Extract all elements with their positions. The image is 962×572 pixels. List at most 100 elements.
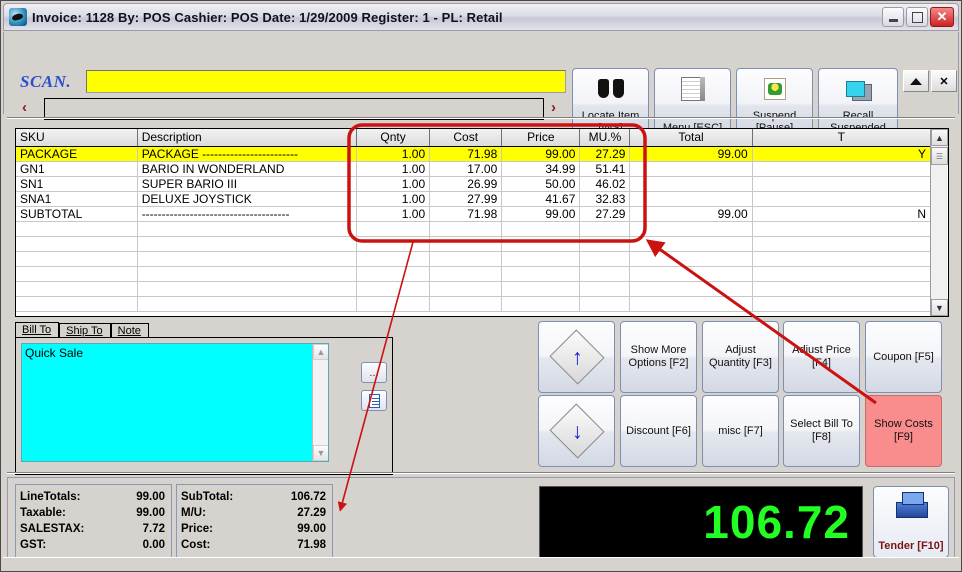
cell-mu: 27.29 xyxy=(579,146,631,162)
cell-total: 99.00 xyxy=(629,206,753,222)
table-row[interactable]: SNA1 DELUXE JOYSTICK 1.00 27.99 41.67 32.83 xyxy=(16,191,932,207)
binoculars-icon xyxy=(596,75,626,103)
grid-vertical-scrollbar[interactable]: ▲ ☰ ▼ xyxy=(930,129,948,316)
customer-document-button[interactable] xyxy=(361,390,387,411)
cell-description: DELUXE JOYSTICK xyxy=(137,191,358,207)
select-bill-to-button[interactable]: Select Bill To [F8] xyxy=(783,395,860,467)
total-label: Cost: xyxy=(181,539,211,551)
minimize-button[interactable] xyxy=(882,7,904,27)
cell-description: SUPER BARIO III xyxy=(137,176,358,192)
total-row: LineTotals: 99.00 xyxy=(20,489,165,505)
tab-content-panel: Quick Sale ▲ ▼ ... xyxy=(15,337,393,475)
previous-item-arrow[interactable]: ‹ xyxy=(22,100,27,115)
cell-qnty: 1.00 xyxy=(356,191,431,207)
total-value: 99.00 xyxy=(136,507,165,519)
cash-register-icon xyxy=(894,492,928,518)
adjust-price-button[interactable]: Adjust Price [F4] xyxy=(783,321,860,393)
tab-note[interactable]: Note xyxy=(110,323,149,338)
cell-sku: GN1 xyxy=(16,161,138,177)
cell-empty xyxy=(501,251,581,267)
cell-t xyxy=(752,176,932,192)
cell-empty xyxy=(752,236,932,252)
total-label: Taxable: xyxy=(20,507,66,519)
cell-description: BARIO IN WONDERLAND xyxy=(137,161,358,177)
scan-toolbar-row: SCAN. ‹ › Locate Item [INS] Menu [ESC] S… xyxy=(3,32,959,141)
scrollbar-thumb[interactable]: ☰ xyxy=(931,147,948,165)
table-row-empty[interactable] xyxy=(16,236,932,252)
cell-empty xyxy=(752,296,932,312)
show-more-options-label: Show More Options [F2] xyxy=(628,344,689,369)
browse-customer-button[interactable]: ... xyxy=(361,362,387,383)
scroll-down-button[interactable]: ↓ xyxy=(538,395,615,467)
column-header-mu[interactable]: MU.% xyxy=(579,129,631,147)
scroll-up-button[interactable]: ↑ xyxy=(538,321,615,393)
column-header-total[interactable]: Total xyxy=(629,129,753,147)
tab-bill-to[interactable]: Bill To xyxy=(15,322,60,338)
cell-empty xyxy=(137,221,358,237)
tab-ship-to[interactable]: Ship To xyxy=(59,323,111,338)
close-button[interactable]: ✕ xyxy=(930,7,954,27)
tender-button[interactable]: Tender [F10] xyxy=(873,486,949,558)
cell-mu: 46.02 xyxy=(579,176,631,192)
cell-price: 99.00 xyxy=(501,206,581,222)
table-row-empty[interactable] xyxy=(16,266,932,282)
top-divider xyxy=(7,117,955,119)
nav-close-button[interactable]: ✕ xyxy=(931,70,957,92)
total-row: M/U: 27.29 xyxy=(181,505,326,521)
table-row-empty[interactable] xyxy=(16,221,932,237)
misc-label: misc [F7] xyxy=(718,424,763,437)
bill-to-scrollbar[interactable]: ▲ ▼ xyxy=(312,344,328,461)
cell-cost: 71.98 xyxy=(429,206,503,222)
column-header-cost[interactable]: Cost xyxy=(429,129,503,147)
show-costs-button[interactable]: Show Costs [F9] xyxy=(865,395,942,467)
coupon-button[interactable]: Coupon [F5] xyxy=(865,321,942,393)
cell-empty xyxy=(579,281,631,297)
cell-empty xyxy=(501,281,581,297)
cell-empty xyxy=(356,281,431,297)
column-header-price[interactable]: Price xyxy=(501,129,581,147)
table-row[interactable]: SN1 SUPER BARIO III 1.00 26.99 50.00 46.02 xyxy=(16,176,932,192)
maximize-button[interactable] xyxy=(906,7,928,27)
table-header-row: SKU Description Qnty Cost Price MU.% Tot… xyxy=(16,129,932,147)
column-header-qnty[interactable]: Qnty xyxy=(356,129,431,147)
cell-total xyxy=(629,191,753,207)
total-value: 27.29 xyxy=(297,507,326,519)
cell-total xyxy=(629,176,753,192)
tender-label: Tender [F10] xyxy=(878,540,944,552)
cell-mu: 32.83 xyxy=(579,191,631,207)
column-header-description[interactable]: Description xyxy=(137,129,358,147)
table-row[interactable]: GN1 BARIO IN WONDERLAND 1.00 17.00 34.99 51.4… xyxy=(16,161,932,177)
adjust-quantity-button[interactable]: Adjust Quantity [F3] xyxy=(702,321,779,393)
table-row-empty[interactable] xyxy=(16,281,932,297)
total-value: 0.00 xyxy=(142,539,165,551)
table-row-empty[interactable] xyxy=(16,296,932,312)
show-more-options-button[interactable]: Show More Options [F2] xyxy=(620,321,697,393)
coupon-label: Coupon [F5] xyxy=(873,350,934,363)
column-header-sku[interactable]: SKU xyxy=(16,129,138,147)
scroll-down-button[interactable]: ▼ xyxy=(931,299,948,316)
adjust-quantity-label: Adjust Quantity [F3] xyxy=(709,344,772,369)
cell-empty xyxy=(752,281,932,297)
column-header-t[interactable]: T xyxy=(752,129,932,147)
cell-empty xyxy=(137,251,358,267)
cell-empty xyxy=(16,221,138,237)
table-row[interactable]: PACKAGE PACKAGE ------------------------ 1… xyxy=(16,146,932,162)
table-row[interactable]: SUBTOTAL --------------------------------… xyxy=(16,206,932,222)
cell-price: 41.67 xyxy=(501,191,581,207)
table-row-empty[interactable] xyxy=(16,251,932,267)
nav-up-button[interactable] xyxy=(903,70,929,92)
next-item-arrow[interactable]: › xyxy=(551,100,556,115)
cell-empty xyxy=(579,251,631,267)
cell-empty xyxy=(356,236,431,252)
bill-to-scroll-down[interactable]: ▼ xyxy=(313,445,328,461)
misc-button[interactable]: misc [F7] xyxy=(702,395,779,467)
discount-button[interactable]: Discount [F6] xyxy=(620,395,697,467)
bill-to-textarea[interactable]: Quick Sale ▲ ▼ xyxy=(21,343,329,462)
discount-label: Discount [F6] xyxy=(626,424,691,437)
total-label: M/U: xyxy=(181,507,206,519)
scroll-up-button[interactable]: ▲ xyxy=(931,129,948,146)
total-value: 71.98 xyxy=(297,539,326,551)
scan-input[interactable] xyxy=(86,70,566,93)
tab-bill-to-label: Bill To xyxy=(22,324,52,336)
bill-to-scroll-up[interactable]: ▲ xyxy=(313,344,328,360)
